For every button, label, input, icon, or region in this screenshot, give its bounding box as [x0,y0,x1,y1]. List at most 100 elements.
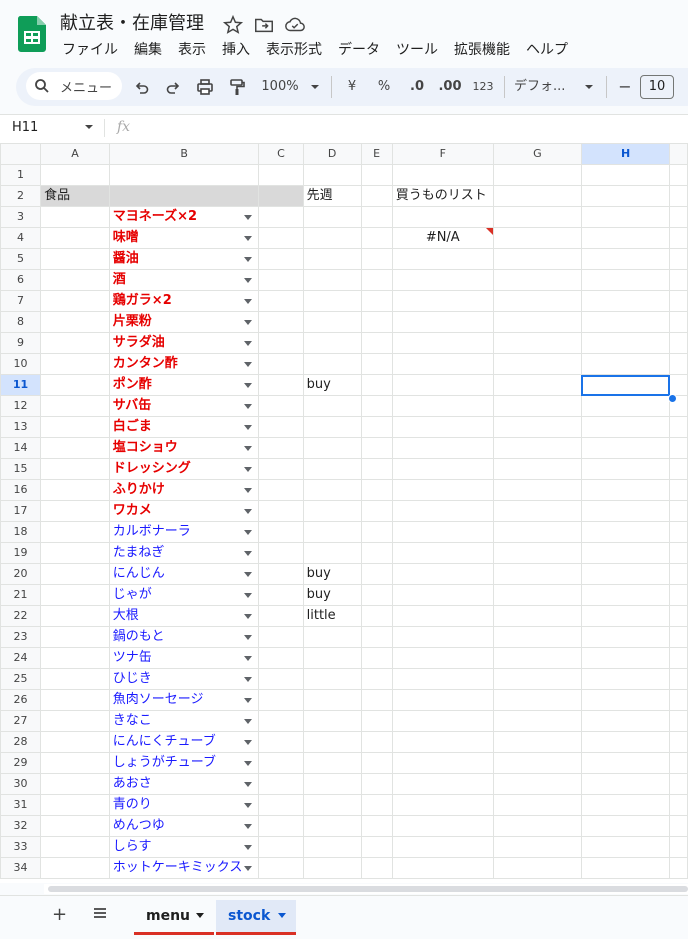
cell-h[interactable] [580,773,671,795]
cell-d[interactable] [302,227,362,249]
column-header-g[interactable]: G [492,143,582,165]
cell-e[interactable] [360,290,393,312]
cell-i[interactable] [669,542,688,564]
cell-d[interactable] [302,458,362,480]
decrease-decimal-button[interactable]: .0 [406,78,428,96]
cell-c[interactable] [258,227,304,249]
cell-d[interactable] [302,353,362,375]
cell-h[interactable] [580,437,671,459]
paint-format-button[interactable] [228,78,246,96]
cell-c[interactable] [258,416,304,438]
cell-b[interactable] [108,164,260,186]
cell-b[interactable] [108,185,260,207]
cell-e[interactable] [360,773,393,795]
cell-g[interactable] [492,710,582,732]
cell-a[interactable] [40,269,110,291]
cell-d[interactable] [302,437,362,459]
cell-f[interactable] [391,311,494,333]
cell-d[interactable] [302,311,362,333]
cell-e[interactable] [360,689,393,711]
cell-c[interactable] [258,626,304,648]
row-header[interactable]: 19 [0,542,42,564]
cell-h[interactable] [580,374,671,396]
cell-h[interactable] [580,353,671,375]
cell-b[interactable]: にんにくチューブ [108,731,260,753]
cell-e[interactable] [360,164,393,186]
cell-f[interactable] [391,626,494,648]
cell-g[interactable] [492,542,582,564]
cell-b[interactable]: たまねぎ [108,542,260,564]
undo-button[interactable] [133,78,151,96]
cell-e[interactable] [360,311,393,333]
cell-b[interactable]: 醤油 [108,248,260,270]
cell-a[interactable] [40,227,110,249]
cell-i[interactable] [669,269,688,291]
cell-i[interactable] [669,437,688,459]
zoom-select[interactable]: 100% [258,78,302,96]
row-header[interactable]: 21 [0,584,42,606]
cell-a[interactable] [40,353,110,375]
cell-f[interactable] [391,479,494,501]
cell-i[interactable] [669,290,688,312]
row-header[interactable]: 27 [0,710,42,732]
cell-h[interactable] [580,332,671,354]
cell-d[interactable] [302,395,362,417]
menu-data[interactable]: データ [338,39,380,59]
cell-h[interactable] [580,269,671,291]
row-header[interactable]: 10 [0,353,42,375]
cell-g[interactable] [492,248,582,270]
cell-d[interactable] [302,248,362,270]
row-header[interactable]: 33 [0,836,42,858]
cell-a[interactable] [40,647,110,669]
cell-h[interactable] [580,395,671,417]
row-header[interactable]: 1 [0,164,42,186]
cell-d[interactable]: little [302,605,362,627]
cell-e[interactable] [360,227,393,249]
cell-e[interactable] [360,731,393,753]
cell-i[interactable] [669,563,688,585]
cell-d[interactable] [302,332,362,354]
cell-d[interactable] [302,416,362,438]
cell-a[interactable] [40,689,110,711]
cell-i[interactable] [669,353,688,375]
cell-g[interactable] [492,416,582,438]
row-header[interactable]: 17 [0,500,42,522]
cell-f[interactable] [391,374,494,396]
cell-a[interactable] [40,290,110,312]
cell-e[interactable] [360,269,393,291]
cell-d[interactable]: buy [302,563,362,585]
all-sheets-icon[interactable] [92,905,108,921]
cell-c[interactable] [258,290,304,312]
cell-f[interactable] [391,668,494,690]
cell-a[interactable] [40,731,110,753]
cell-h[interactable] [580,248,671,270]
cell-g[interactable] [492,668,582,690]
column-header-e[interactable]: E [360,143,393,165]
cell-h[interactable] [580,500,671,522]
cell-h[interactable] [580,584,671,606]
cell-h[interactable] [580,794,671,816]
cell-d[interactable] [302,521,362,543]
cell-i[interactable] [669,626,688,648]
cell-g[interactable] [492,731,582,753]
cell-a[interactable] [40,521,110,543]
row-header[interactable]: 2 [0,185,42,207]
cell-e[interactable] [360,332,393,354]
cell-c[interactable] [258,584,304,606]
cell-i[interactable] [669,332,688,354]
cell-g[interactable] [492,605,582,627]
cell-e[interactable] [360,584,393,606]
cell-b[interactable]: カルボナーラ [108,521,260,543]
cell-b[interactable]: 白ごま [108,416,260,438]
cell-a[interactable] [40,332,110,354]
cell-a[interactable]: 食品 [40,185,110,207]
cell-a[interactable] [40,563,110,585]
cell-a[interactable] [40,752,110,774]
select-all-corner[interactable] [0,143,42,165]
cell-f[interactable] [391,437,494,459]
cell-b[interactable]: めんつゆ [108,815,260,837]
cell-a[interactable] [40,248,110,270]
cell-e[interactable] [360,836,393,858]
cell-d[interactable] [302,689,362,711]
row-header[interactable]: 16 [0,479,42,501]
